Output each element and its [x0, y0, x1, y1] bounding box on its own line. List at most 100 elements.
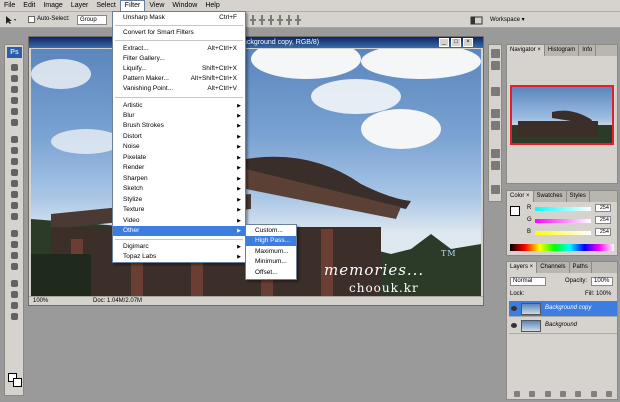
- menu-item-brush-strokes[interactable]: Brush Strokes ▶: [113, 121, 245, 131]
- tab-color[interactable]: Color ×: [507, 191, 534, 202]
- menu-item-blur[interactable]: Blur ▶: [113, 111, 245, 121]
- menu-item-topaz-labs[interactable]: Topaz Labs ▶: [113, 252, 245, 262]
- menu-item-digimarc[interactable]: Digimarc ▶: [113, 242, 245, 252]
- align-top-icon[interactable]: [250, 15, 256, 25]
- menu-item-other[interactable]: Other ▶: [113, 226, 245, 236]
- b-slider[interactable]: [535, 231, 591, 235]
- menu-item-pixelate[interactable]: Pixelate ▶: [113, 153, 245, 163]
- magic-wand-icon[interactable]: [8, 96, 21, 105]
- menu-item-unsharp-mask[interactable]: Unsharp Mask Ctrl+F: [113, 13, 245, 23]
- background-color-swatch[interactable]: [13, 378, 22, 387]
- fill-control[interactable]: Fill: 100%: [585, 291, 611, 297]
- menu-item-sketch[interactable]: Sketch ▶: [113, 184, 245, 194]
- paragraph-icon[interactable]: [491, 161, 500, 170]
- align-bottom-icon[interactable]: [268, 15, 274, 25]
- actions-icon[interactable]: [491, 61, 500, 70]
- crop-icon[interactable]: [8, 107, 21, 116]
- menu-edit[interactable]: Edit: [19, 0, 39, 12]
- eyedropper-icon[interactable]: [8, 290, 21, 299]
- slice-icon[interactable]: [8, 118, 21, 127]
- path-selection-icon[interactable]: [8, 251, 21, 260]
- eraser-icon[interactable]: [8, 179, 21, 188]
- adjustment-layer-icon[interactable]: [559, 391, 566, 397]
- menu-item-filter-gallery[interactable]: Filter Gallery...: [113, 54, 245, 64]
- layer-row-background[interactable]: Background: [509, 318, 617, 334]
- menu-item-extract[interactable]: Extract... Alt+Ctrl+X: [113, 44, 245, 54]
- minimize-button[interactable]: _: [439, 38, 449, 47]
- layer-mask-icon[interactable]: [544, 391, 551, 397]
- fill-value[interactable]: 100%: [596, 291, 611, 297]
- menu-item-liquify[interactable]: Liquify... Shift+Ctrl+X: [113, 64, 245, 74]
- menu-item-pattern-maker[interactable]: Pattern Maker... Alt+Shift+Ctrl+X: [113, 74, 245, 84]
- align-left-icon[interactable]: [277, 15, 283, 25]
- align-center-icon[interactable]: [286, 15, 292, 25]
- layer-style-icon[interactable]: [529, 391, 536, 397]
- doc-size[interactable]: Doc: 1.04M/2.07M: [93, 297, 142, 306]
- lasso-icon[interactable]: [8, 85, 21, 94]
- menu-select[interactable]: Select: [92, 0, 119, 12]
- new-layer-icon[interactable]: [590, 391, 597, 397]
- menu-item-distort[interactable]: Distort ▶: [113, 132, 245, 142]
- pen-icon[interactable]: [8, 229, 21, 238]
- type-icon[interactable]: [8, 240, 21, 249]
- tab-info[interactable]: Info: [579, 45, 597, 56]
- auto-select-checkbox[interactable]: [28, 16, 35, 23]
- align-middle-icon[interactable]: [259, 15, 265, 25]
- tab-histogram[interactable]: Histogram: [545, 45, 580, 56]
- eye-icon[interactable]: [511, 323, 517, 328]
- hand-icon[interactable]: [8, 301, 21, 310]
- new-group-icon[interactable]: [575, 391, 582, 397]
- menu-item-stylize[interactable]: Stylize ▶: [113, 195, 245, 205]
- layer-comps-icon[interactable]: [491, 185, 500, 194]
- tab-swatches[interactable]: Swatches: [534, 191, 567, 202]
- menu-item-vanishing-point[interactable]: Vanishing Point... Alt+Ctrl+V: [113, 84, 245, 94]
- g-slider[interactable]: [535, 219, 591, 223]
- move-tool-icon[interactable]: [4, 15, 18, 25]
- notes-icon[interactable]: [8, 279, 21, 288]
- menu-filter[interactable]: Filter: [119, 0, 146, 12]
- b-value-input[interactable]: 254: [595, 228, 611, 236]
- tool-presets-icon[interactable]: [491, 87, 500, 96]
- history-brush-icon[interactable]: [8, 168, 21, 177]
- brushes-icon[interactable]: [491, 109, 500, 118]
- menu-file[interactable]: File: [0, 0, 19, 12]
- menu-item-video[interactable]: Video ▶: [113, 216, 245, 226]
- eye-icon[interactable]: [511, 306, 517, 311]
- dodge-icon[interactable]: [8, 212, 21, 221]
- tab-styles[interactable]: Styles: [567, 191, 590, 202]
- color-spectrum[interactable]: [510, 244, 614, 251]
- r-value-input[interactable]: 254: [595, 204, 611, 212]
- tab-layers[interactable]: Layers ×: [507, 262, 538, 273]
- menu-image[interactable]: Image: [39, 0, 66, 12]
- navigator-thumbnail[interactable]: [510, 85, 614, 145]
- tab-navigator[interactable]: Navigator ×: [507, 45, 545, 56]
- character-icon[interactable]: [491, 149, 500, 158]
- align-right-icon[interactable]: [295, 15, 301, 25]
- opacity-input[interactable]: 100%: [591, 277, 613, 286]
- submenu-item-offset[interactable]: Offset...: [246, 268, 296, 278]
- zoom-level[interactable]: 100%: [33, 297, 48, 306]
- workspace-icon[interactable]: [470, 15, 484, 25]
- menu-help[interactable]: Help: [201, 0, 223, 12]
- zoom-icon[interactable]: [8, 312, 21, 321]
- clone-stamp-icon[interactable]: [8, 157, 21, 166]
- blend-mode-dropdown[interactable]: Normal: [510, 277, 546, 286]
- color-panel-swatch[interactable]: [510, 206, 520, 216]
- tab-paths[interactable]: Paths: [570, 262, 592, 273]
- menu-item-convert-smart-filters[interactable]: Convert for Smart Filters: [113, 28, 245, 38]
- submenu-item-high-pass[interactable]: High Pass...: [246, 236, 296, 246]
- trash-icon[interactable]: [606, 391, 613, 397]
- menu-item-artistic[interactable]: Artistic ▶: [113, 101, 245, 111]
- brush-icon[interactable]: [8, 146, 21, 155]
- workspace-menu[interactable]: Workspace ▾: [490, 15, 540, 25]
- menu-item-noise[interactable]: Noise ▶: [113, 142, 245, 152]
- move-icon[interactable]: [8, 63, 21, 72]
- maximize-button[interactable]: □: [451, 38, 461, 47]
- layer-row-background-copy[interactable]: Background copy: [509, 301, 617, 317]
- blur-icon[interactable]: [8, 201, 21, 210]
- tab-channels[interactable]: Channels: [537, 262, 570, 273]
- menu-item-texture[interactable]: Texture ▶: [113, 205, 245, 215]
- menu-window[interactable]: Window: [168, 0, 201, 12]
- link-layers-icon[interactable]: [513, 391, 520, 397]
- marquee-icon[interactable]: [8, 74, 21, 83]
